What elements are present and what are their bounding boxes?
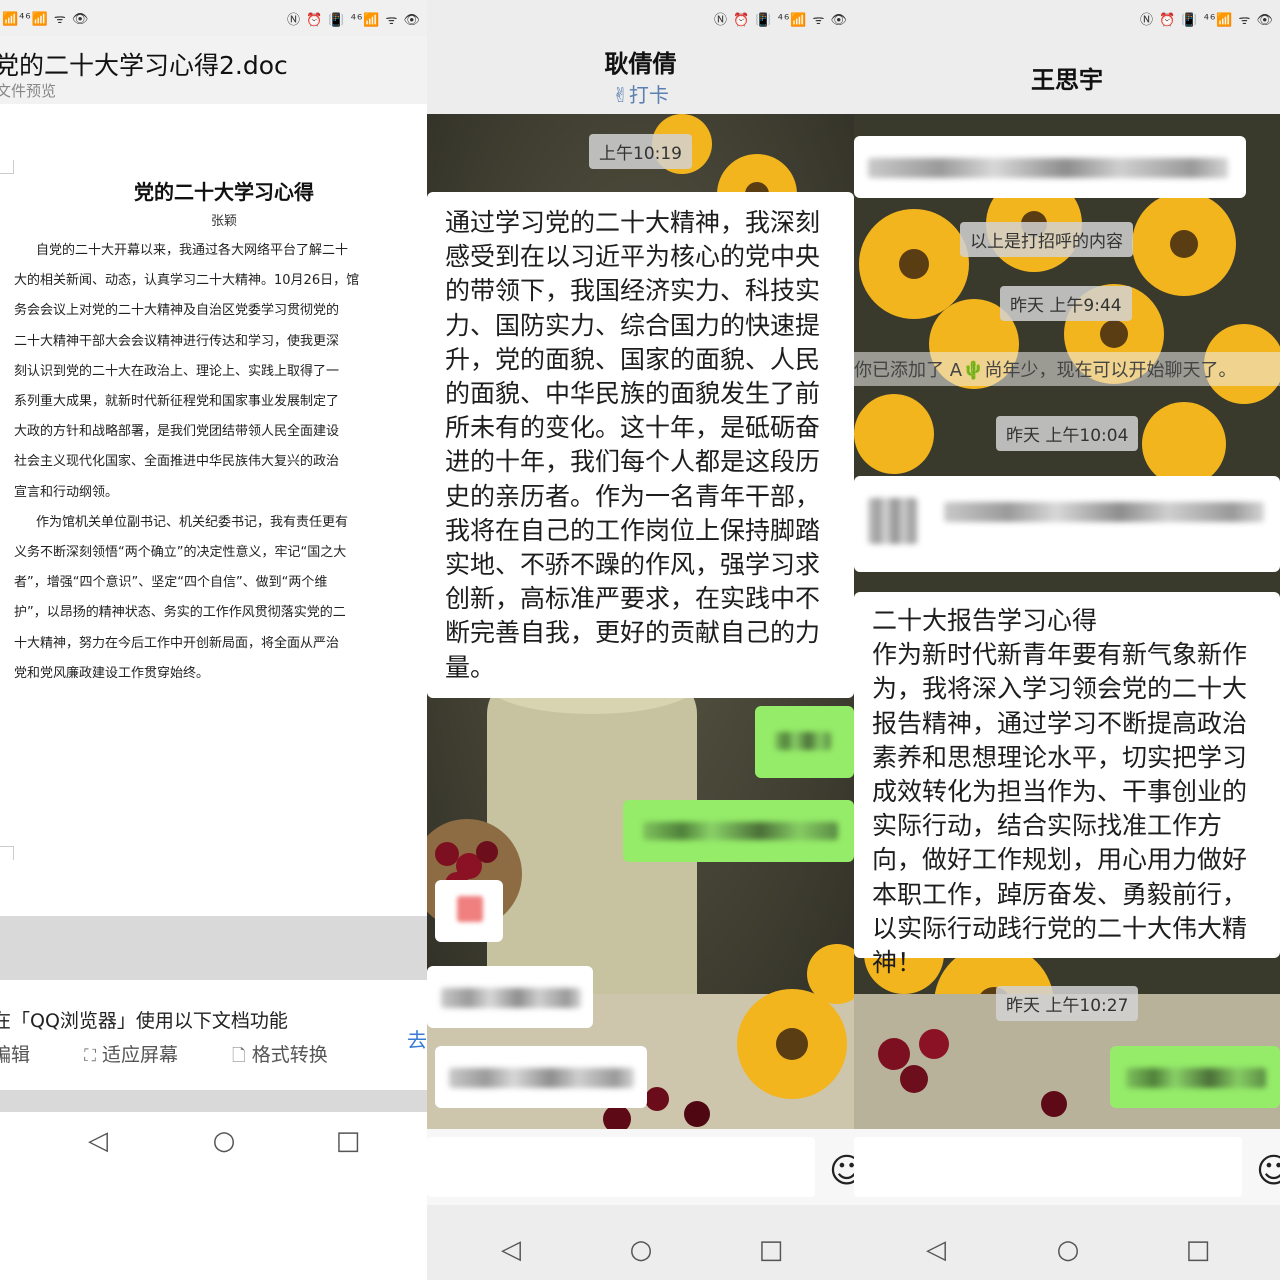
redacted-text (449, 1068, 634, 1088)
crop-mark (0, 846, 14, 860)
document-heading: 党的二十大学习心得 (134, 180, 314, 204)
redacted-text (868, 498, 918, 544)
status-bar: Ⓝ ⏰ 📳 ⁴⁶📶 ᯤ 👁 (427, 0, 854, 36)
go-link[interactable]: 去 (407, 1024, 427, 1053)
document-line: 作为馆机关单位副书记、机关纪委书记，我有责任更有 (36, 514, 349, 530)
document-line: 二十大精神干部大会会议精神进行传达和学习，使我更深 (14, 333, 340, 349)
document-author: 张颖 (210, 214, 237, 229)
fit-screen-option[interactable]: ⛶ 适应屏幕 (84, 1044, 202, 1066)
navigation-bar: ◁ ○ □ (0, 1112, 427, 1280)
document-line: 刻认识到党的二十大在政治上、理论上、实践上取得了一 (14, 363, 340, 379)
qq-browser-prompt: 在「QQ浏览器」使用以下文档功能 (0, 1010, 288, 1032)
document-line: 宣言和行动纲领。 (14, 484, 119, 500)
timestamp: 昨天 上午10:27 (996, 986, 1139, 1021)
chat-screen-1: Ⓝ ⏰ 📳 ⁴⁶📶 ᯤ 👁 耿倩倩 ✌打卡 上午10:19 通过学习党的二十大精… (427, 0, 854, 1280)
edit-option[interactable]: 编辑 (0, 1044, 54, 1066)
navigation-bar: ◁ ○ □ (427, 1205, 854, 1280)
signal-icon: 📶⁴⁶📶 ᯤ 👁 (2, 12, 90, 27)
recent-apps-icon[interactable]: □ (328, 1126, 368, 1156)
document-subtitle: 文件预览 (0, 82, 57, 100)
chat-background: 上午10:19 通过学习党的二十大精神，我深刻感受到在以习近平为核心的党中央的带… (427, 114, 854, 1129)
document-preview-screen: 📶⁴⁶📶 ᯤ 👁 Ⓝ ⏰ 📳 ⁴⁶📶 ᯤ 👁 党的二十大学习心得2.doc 文件… (0, 0, 427, 1280)
chat-screen-2: Ⓝ ⏰ 📳 ⁴⁶📶 ᯤ 👁 王思宇 以上是打招呼的内容 昨天 上午9:44 你已… (854, 0, 1280, 1280)
contact-name[interactable]: 王思宇 (854, 60, 1280, 95)
redacted-text (1126, 1068, 1266, 1088)
emoji-icon[interactable]: ☺ (1256, 1151, 1280, 1191)
home-icon[interactable]: ○ (621, 1235, 661, 1265)
document-line: 十大精神，努力在今后工作中开创新局面，将全面从严治 (14, 635, 340, 651)
document-line: 自党的二十大开幕以来，我通过各大网络平台了解二十 (36, 243, 349, 258)
document-header: 党的二十大学习心得2.doc 文件预览 (0, 36, 427, 104)
crop-mark (0, 160, 14, 174)
received-image-bubble[interactable] (435, 880, 503, 942)
document-line: 大政的方针和战略部署，是我们党团结带领人民全面建设 (14, 424, 340, 440)
document-line: 大的相关新闻、动态，认真学习二十大精神。10月26日，馆 (14, 273, 360, 289)
document-line: 社会主义现代化国家、全面推进中华民族伟大复兴的政治 (14, 454, 340, 470)
message-bubble[interactable]: 通过学习党的二十大精神，我深刻感受到在以习近平为核心的党中央的带领下，我国经济实… (427, 192, 854, 698)
recent-apps-icon[interactable]: □ (751, 1235, 791, 1265)
contact-status: ✌打卡 (612, 83, 669, 107)
system-note: 以上是打招呼的内容 (960, 222, 1133, 257)
document-body: 自党的二十大开幕以来，我通过各大网络平台了解二十 大的相关新闻、动态，认真学习二… (14, 236, 427, 689)
received-message-bubble[interactable] (435, 1046, 647, 1108)
document-line: 者”，增强“四个意识”、坚定“四个自信”、做到“两个维 (14, 575, 328, 591)
contact-name[interactable]: 耿倩倩 (427, 44, 854, 79)
received-message-bubble[interactable] (854, 476, 1280, 572)
message-input[interactable] (427, 1137, 815, 1197)
expand-icon: ⛶ (84, 1046, 96, 1066)
redacted-text (441, 988, 581, 1008)
timestamp: 上午10:19 (589, 134, 692, 169)
format-convert-option[interactable]: 🗋 格式转换 (232, 1044, 352, 1066)
redacted-text (775, 732, 831, 750)
document-line: 系列重大成果，就新时代新征程党和国家事业发展制定了 (14, 394, 340, 410)
document-line: 护”，以昂扬的精神状态、务实的工作作风贯彻落实党的二 (14, 605, 346, 621)
chat-header: 王思宇 (854, 36, 1280, 114)
navigation-bar: ◁ ○ □ (854, 1205, 1280, 1280)
status-icons: Ⓝ ⏰ 📳 ⁴⁶📶 ᯤ 👁 (713, 13, 848, 28)
emoji-icon[interactable]: ☺ (829, 1151, 854, 1191)
document-icon: 🗋 (232, 1046, 246, 1066)
divider-bar (0, 1090, 427, 1112)
chat-header: 耿倩倩 ✌打卡 (427, 36, 854, 114)
back-icon[interactable]: ◁ (78, 1126, 118, 1156)
back-icon[interactable]: ◁ (916, 1235, 956, 1265)
document-line: 务会会议上对党的二十大精神及自治区党委学习贯彻党的 (14, 303, 340, 319)
document-line: 党和党风廉政建设工作贯穿始终。 (14, 665, 210, 681)
timestamp: 昨天 上午10:04 (996, 416, 1139, 451)
back-icon[interactable]: ◁ (491, 1235, 531, 1265)
document-line: 义务不断深刻领悟“两个确立”的决定性意义，牢记“国之大 (14, 545, 347, 561)
chat-background: 以上是打招呼的内容 昨天 上午9:44 你已添加了 A🌵尚年少，现在可以开始聊天… (854, 114, 1280, 1129)
sent-message-bubble[interactable] (755, 706, 854, 778)
message-input[interactable] (854, 1137, 1242, 1197)
chat-input-bar: ☺ (427, 1129, 854, 1205)
status-bar: Ⓝ ⏰ 📳 ⁴⁶📶 ᯤ 👁 (854, 0, 1280, 36)
document-file-name: 党的二十大学习心得2.doc (0, 51, 288, 80)
home-icon[interactable]: ○ (1048, 1235, 1088, 1265)
chat-input-bar: ☺ (854, 1129, 1280, 1205)
home-icon[interactable]: ○ (204, 1126, 244, 1156)
redacted-text (868, 158, 1228, 178)
status-icons: Ⓝ ⏰ 📳 ⁴⁶📶 ᯤ 👁 (1139, 13, 1274, 28)
system-note: 你已添加了 A🌵尚年少，现在可以开始聊天了。 (854, 352, 1280, 386)
redacted-sticker (457, 896, 483, 922)
document-page[interactable]: 党的二十大学习心得 张颖 自党的二十大开幕以来，我通过各大网络平台了解二十 大的… (0, 104, 427, 916)
received-message-bubble[interactable] (854, 136, 1246, 198)
status-bar: 📶⁴⁶📶 ᯤ 👁 Ⓝ ⏰ 📳 ⁴⁶📶 ᯤ 👁 (0, 0, 427, 36)
divider-bar (0, 916, 427, 980)
qq-browser-options: 编辑 ⛶ 适应屏幕 🗋 格式转换 (0, 1040, 376, 1072)
qq-browser-banner[interactable]: 在「QQ浏览器」使用以下文档功能 编辑 ⛶ 适应屏幕 🗋 格式转换 去 (0, 980, 427, 1090)
status-icons: Ⓝ ⏰ 📳 ⁴⁶📶 ᯤ 👁 (286, 13, 421, 28)
redacted-text (944, 502, 1264, 522)
recent-apps-icon[interactable]: □ (1178, 1235, 1218, 1265)
sent-message-bubble[interactable] (1110, 1046, 1280, 1108)
redacted-text (643, 822, 838, 840)
message-bubble[interactable]: 二十大报告学习心得 作为新时代新青年要有新气象新作为，我将深入学习领会党的二十大… (854, 592, 1280, 977)
timestamp: 昨天 上午9:44 (1000, 286, 1132, 321)
sent-message-bubble[interactable] (623, 800, 854, 862)
received-message-bubble[interactable] (427, 966, 593, 1028)
